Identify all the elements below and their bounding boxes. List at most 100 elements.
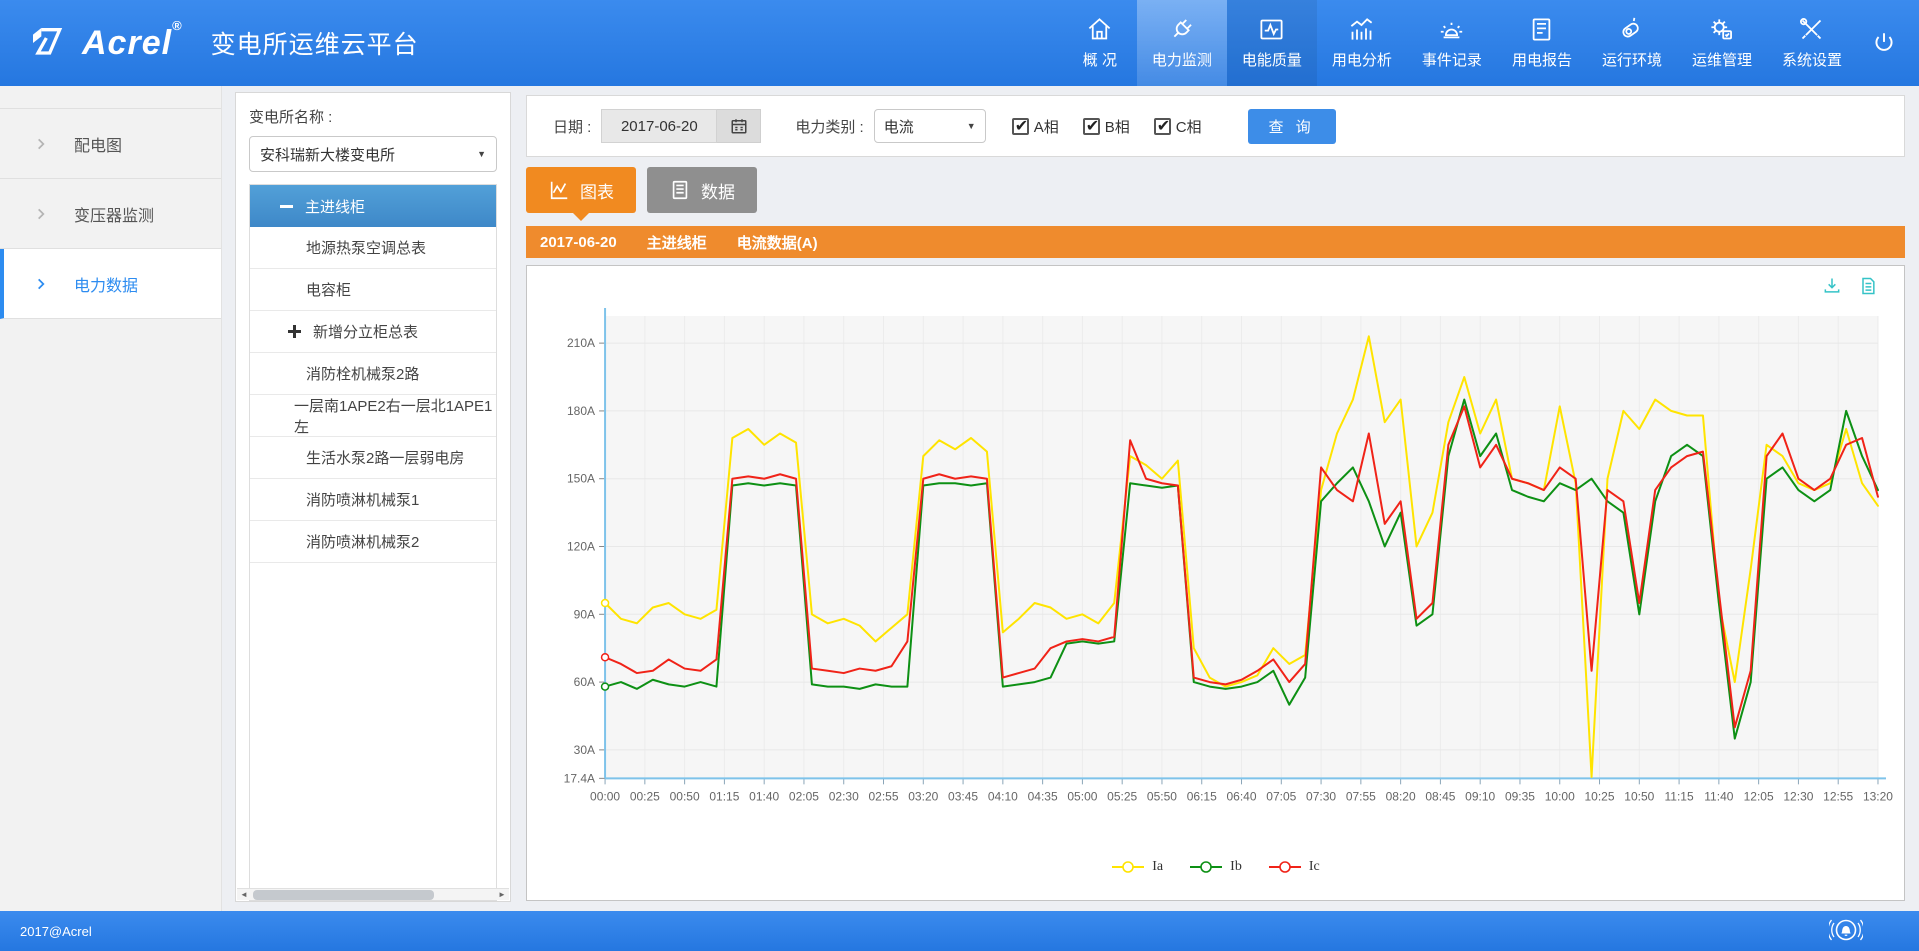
tree-item[interactable]: 地源热泵空调总表 bbox=[250, 227, 496, 269]
device-panel: 变电所名称 : 安科瑞新大楼变电所 ▼ 主进线柜 地源热泵空调总表 电容柜 bbox=[235, 92, 511, 902]
alarm-icon bbox=[1438, 16, 1465, 43]
nav-event-log[interactable]: 事件记录 bbox=[1407, 0, 1497, 86]
calendar-button[interactable] bbox=[717, 109, 761, 143]
svg-text:01:15: 01:15 bbox=[709, 789, 739, 803]
tree-item-main-incoming-cabinet[interactable]: 主进线柜 bbox=[250, 185, 496, 227]
phase-c-checkbox[interactable]: C相 bbox=[1154, 116, 1202, 137]
nav-label: 系统设置 bbox=[1782, 49, 1842, 70]
legend-label: Ic bbox=[1309, 859, 1320, 875]
chevron-right-icon bbox=[34, 137, 48, 151]
view-tabs: 图表 数据 bbox=[526, 167, 1905, 213]
logo-text: Acrel® bbox=[82, 24, 183, 63]
notification-bell-button[interactable] bbox=[1829, 915, 1863, 948]
tab-data-label: 数据 bbox=[701, 178, 735, 203]
power-type-select[interactable]: 电流 ▼ bbox=[874, 109, 986, 143]
sidebar-item-distribution-diagram[interactable]: 配电图 bbox=[0, 109, 221, 179]
nav-overview[interactable]: 概 况 bbox=[1063, 0, 1137, 86]
legend-item-Ic[interactable]: Ic bbox=[1268, 859, 1320, 875]
checkbox-icon bbox=[1083, 118, 1100, 135]
scroll-left-button[interactable]: ◄ bbox=[237, 889, 251, 901]
current-line-chart[interactable]: 00:0000:2500:5001:1501:4002:0502:3002:55… bbox=[535, 300, 1896, 845]
scrollbar-track[interactable] bbox=[251, 889, 495, 900]
banner-metric: 电流数据(A) bbox=[737, 232, 818, 253]
copyright-text: 2017@Acrel bbox=[20, 924, 92, 939]
svg-text:17.4A: 17.4A bbox=[564, 771, 595, 785]
chart-toolbox bbox=[1822, 276, 1878, 296]
nav-maintenance[interactable]: 运维管理 bbox=[1677, 0, 1767, 86]
tree-item[interactable]: 电容柜 bbox=[250, 269, 496, 311]
station-select[interactable]: 安科瑞新大楼变电所 ▼ bbox=[249, 136, 497, 172]
tab-chart[interactable]: 图表 bbox=[526, 167, 636, 213]
nav-environment[interactable]: 运行环境 bbox=[1587, 0, 1677, 86]
svg-text:05:00: 05:00 bbox=[1067, 789, 1097, 803]
tree-item-expandable[interactable]: 新增分立柜总表 bbox=[250, 311, 496, 353]
tree-item-label: 电容柜 bbox=[306, 279, 351, 300]
svg-text:02:55: 02:55 bbox=[868, 789, 898, 803]
svg-text:05:25: 05:25 bbox=[1107, 789, 1137, 803]
svg-text:09:10: 09:10 bbox=[1465, 789, 1495, 803]
date-picker: 2017-06-20 bbox=[601, 109, 761, 143]
legend-marker-icon bbox=[1111, 860, 1145, 874]
svg-text:02:05: 02:05 bbox=[789, 789, 819, 803]
tree-item[interactable]: 生活水泵2路一层弱电房 bbox=[250, 437, 496, 479]
tree-item-label: 消防喷淋机械泵1 bbox=[306, 489, 419, 510]
tree-item[interactable]: 一层南1APE2右一层北1APE1左 bbox=[250, 395, 496, 437]
svg-text:210A: 210A bbox=[567, 336, 595, 350]
legend-item-Ib[interactable]: Ib bbox=[1189, 859, 1242, 875]
chart-legend: Ia Ib Ic bbox=[535, 859, 1896, 875]
workspace: 变电所名称 : 安科瑞新大楼变电所 ▼ 主进线柜 地源热泵空调总表 电容柜 bbox=[222, 86, 1919, 911]
tree-item[interactable]: 消防喷淋机械泵2 bbox=[250, 521, 496, 563]
nav-power-quality[interactable]: 电能质量 bbox=[1227, 0, 1317, 86]
scrollbar-thumb[interactable] bbox=[253, 890, 434, 900]
tree-expand-icon[interactable] bbox=[288, 325, 301, 338]
svg-text:00:50: 00:50 bbox=[670, 789, 700, 803]
query-toolbar: 日期 : 2017-06-20 电力类别 : 电流 ▼ bbox=[526, 95, 1905, 157]
sidebar-item-transformer-monitoring[interactable]: 变压器监测 bbox=[0, 179, 221, 249]
tree-item-label: 消防喷淋机械泵2 bbox=[306, 531, 419, 552]
svg-text:13:20: 13:20 bbox=[1863, 789, 1893, 803]
nav-power-monitoring[interactable]: 电力监测 bbox=[1137, 0, 1227, 86]
svg-text:90A: 90A bbox=[574, 607, 595, 621]
horizontal-scrollbar[interactable]: ◄ ► bbox=[237, 888, 509, 900]
tree-collapse-icon[interactable] bbox=[280, 205, 293, 208]
sidebar-item-power-data[interactable]: 电力数据 bbox=[0, 249, 221, 319]
caret-down-icon: ▼ bbox=[477, 149, 486, 159]
nav-usage-report[interactable]: 用电报告 bbox=[1497, 0, 1587, 86]
phase-b-checkbox[interactable]: B相 bbox=[1083, 116, 1130, 137]
checkbox-icon bbox=[1154, 118, 1171, 135]
top-nav: 概 况 电力监测 电能质量 用电分析 事件记录 用电报告 bbox=[1063, 0, 1919, 86]
tree-item[interactable]: 消防喷淋机械泵1 bbox=[250, 479, 496, 521]
chevron-right-icon bbox=[34, 277, 48, 291]
svg-text:10:50: 10:50 bbox=[1624, 789, 1654, 803]
power-type-value: 电流 bbox=[884, 116, 914, 137]
tools-icon bbox=[1798, 16, 1825, 43]
svg-text:01:40: 01:40 bbox=[749, 789, 779, 803]
svg-text:09:35: 09:35 bbox=[1505, 789, 1535, 803]
phase-a-checkbox[interactable]: A相 bbox=[1012, 116, 1059, 137]
legend-item-Ia[interactable]: Ia bbox=[1111, 859, 1163, 875]
nav-label: 事件记录 bbox=[1422, 49, 1482, 70]
nav-system-settings[interactable]: 系统设置 bbox=[1767, 0, 1857, 86]
nav-label: 用电报告 bbox=[1512, 49, 1572, 70]
query-button[interactable]: 查 询 bbox=[1248, 109, 1336, 144]
tree-item[interactable]: 消防栓机械泵2路 bbox=[250, 353, 496, 395]
logout-button[interactable] bbox=[1857, 0, 1919, 86]
svg-text:00:00: 00:00 bbox=[590, 789, 620, 803]
acrel-logo-icon bbox=[28, 23, 68, 63]
date-input[interactable]: 2017-06-20 bbox=[601, 109, 717, 143]
tab-data[interactable]: 数据 bbox=[647, 167, 757, 213]
svg-text:180A: 180A bbox=[567, 404, 595, 418]
svg-text:11:15: 11:15 bbox=[1665, 789, 1694, 803]
svg-text:04:10: 04:10 bbox=[988, 789, 1018, 803]
data-view-icon[interactable] bbox=[1858, 276, 1878, 296]
home-icon bbox=[1086, 16, 1113, 43]
date-label: 日期 : bbox=[553, 116, 591, 137]
scroll-right-button[interactable]: ► bbox=[495, 889, 509, 901]
legend-label: Ib bbox=[1230, 859, 1242, 875]
result-banner: 2017-06-20 主进线柜 电流数据(A) bbox=[526, 226, 1905, 258]
sidebar-item-label: 电力数据 bbox=[74, 272, 138, 296]
svg-text:120A: 120A bbox=[567, 540, 595, 554]
gear-icon bbox=[1708, 16, 1735, 43]
nav-usage-analysis[interactable]: 用电分析 bbox=[1317, 0, 1407, 86]
download-icon[interactable] bbox=[1822, 276, 1842, 296]
